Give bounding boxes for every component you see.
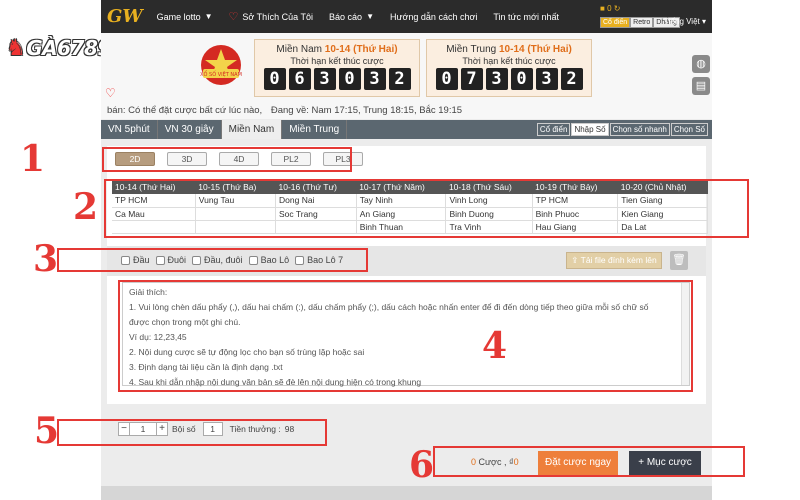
heart-icon[interactable]: ♡ bbox=[105, 86, 116, 100]
nav-favorites[interactable]: ♡ Sở Thích Của Tôi bbox=[229, 10, 313, 23]
annotation-box-2 bbox=[104, 179, 749, 238]
input-mode-enter-number[interactable]: Nhập Số bbox=[571, 123, 609, 136]
annotation-box-6 bbox=[433, 446, 745, 477]
annotation-box-1 bbox=[102, 147, 352, 172]
upload-icon: ⇪ bbox=[571, 255, 579, 265]
footer-strip bbox=[101, 486, 712, 500]
input-mode-pick-number[interactable]: Chọn Số bbox=[670, 123, 708, 136]
globe-icon[interactable]: ◍ bbox=[692, 55, 710, 73]
account-panel: ■ 0 ↻ Cổ điển Retro Dhắng Tiếng Việt ▾ bbox=[600, 3, 706, 30]
countdown-digits: 0 7 3 0 3 2 bbox=[427, 68, 591, 90]
trash-icon[interactable]: 🗑 bbox=[670, 251, 688, 270]
announcement-ticker: bán: Có thể đặt cược bất cứ lúc nào, Đan… bbox=[101, 103, 712, 119]
chevron-down-icon: ▼ bbox=[366, 12, 374, 21]
tab-mien-trung[interactable]: Miền Trung bbox=[282, 120, 348, 139]
annotation-number-6: 6 bbox=[409, 444, 435, 486]
input-mode-quick-pick[interactable]: Chọn số nhanh bbox=[609, 123, 670, 136]
tab-mien-nam[interactable]: Miền Nam bbox=[221, 120, 283, 139]
nav-how-to-play[interactable]: Hướng dẫn cách chơi bbox=[390, 12, 477, 22]
mode-retro[interactable]: Retro bbox=[630, 17, 654, 28]
wallet-icon: ■ bbox=[600, 4, 605, 13]
annotation-box-3 bbox=[57, 248, 368, 272]
rooster-icon: ♞ bbox=[6, 36, 26, 61]
annotation-box-4 bbox=[118, 280, 693, 392]
annotation-number-4: 4 bbox=[482, 325, 508, 367]
region-tabs: VN 5phút VN 30 giây Miền Nam Miền Trung … bbox=[101, 120, 712, 139]
svg-text:XỔ SỐ VIỆT NAM: XỔ SỐ VIỆT NAM bbox=[200, 70, 242, 78]
chevron-down-icon: ▼ bbox=[204, 12, 213, 21]
balance-display: ■ 0 ↻ bbox=[600, 4, 621, 13]
nav-reports[interactable]: Báo cáo ▼ bbox=[329, 12, 374, 22]
refresh-icon[interactable]: ↻ bbox=[614, 4, 621, 13]
document-icon[interactable]: ▤ bbox=[692, 77, 710, 95]
nav-news[interactable]: Tin tức mới nhất bbox=[493, 12, 559, 22]
annotation-number-1: 1 bbox=[20, 138, 46, 180]
tab-vn-5phut[interactable]: VN 5phút bbox=[101, 120, 158, 139]
gw-logo[interactable]: GW bbox=[107, 6, 143, 27]
annotation-number-5: 5 bbox=[34, 410, 60, 452]
top-nav-bar: GW Game lotto ▼ ♡ Sở Thích Của Tôi Báo cáo… bbox=[101, 0, 712, 33]
input-mode-classic[interactable]: Cổ điển bbox=[536, 123, 571, 136]
heart-icon: ♡ bbox=[228, 11, 239, 23]
language-selector[interactable]: Tiếng Việt ▾ bbox=[664, 17, 706, 26]
countdown-digits: 0 6 3 0 3 2 bbox=[255, 68, 419, 90]
nav-game-lotto[interactable]: Game lotto ▼ bbox=[157, 12, 213, 22]
annotation-number-2: 2 bbox=[73, 186, 99, 228]
ga6789-logo: ♞GÀ6789 bbox=[6, 36, 111, 61]
countdown-banner: XỔ SỐ VIỆT NAM Miền Nam 10-14 (Thứ Hai) … bbox=[101, 33, 712, 103]
mode-classic[interactable]: Cổ điển bbox=[600, 17, 631, 28]
tab-vn-30-giay[interactable]: VN 30 giây bbox=[158, 120, 222, 139]
input-mode-switcher: Cổ điển Nhập Số Chọn số nhanh Chọn Số bbox=[536, 123, 708, 136]
annotation-number-3: 3 bbox=[33, 238, 59, 280]
timer-mien-trung: Miền Trung 10-14 (Thứ Hai) Thời hạn kết … bbox=[426, 39, 592, 97]
annotation-box-5 bbox=[57, 419, 327, 446]
upload-file-button[interactable]: ⇪ Tải file đính kèm lên bbox=[566, 252, 662, 269]
timer-mien-nam: Miền Nam 10-14 (Thứ Hai) Thời hạn kết th… bbox=[254, 39, 420, 97]
vietnam-lottery-emblem: XỔ SỐ VIỆT NAM bbox=[200, 45, 242, 85]
side-tools: ◍ ▤ bbox=[692, 55, 710, 99]
